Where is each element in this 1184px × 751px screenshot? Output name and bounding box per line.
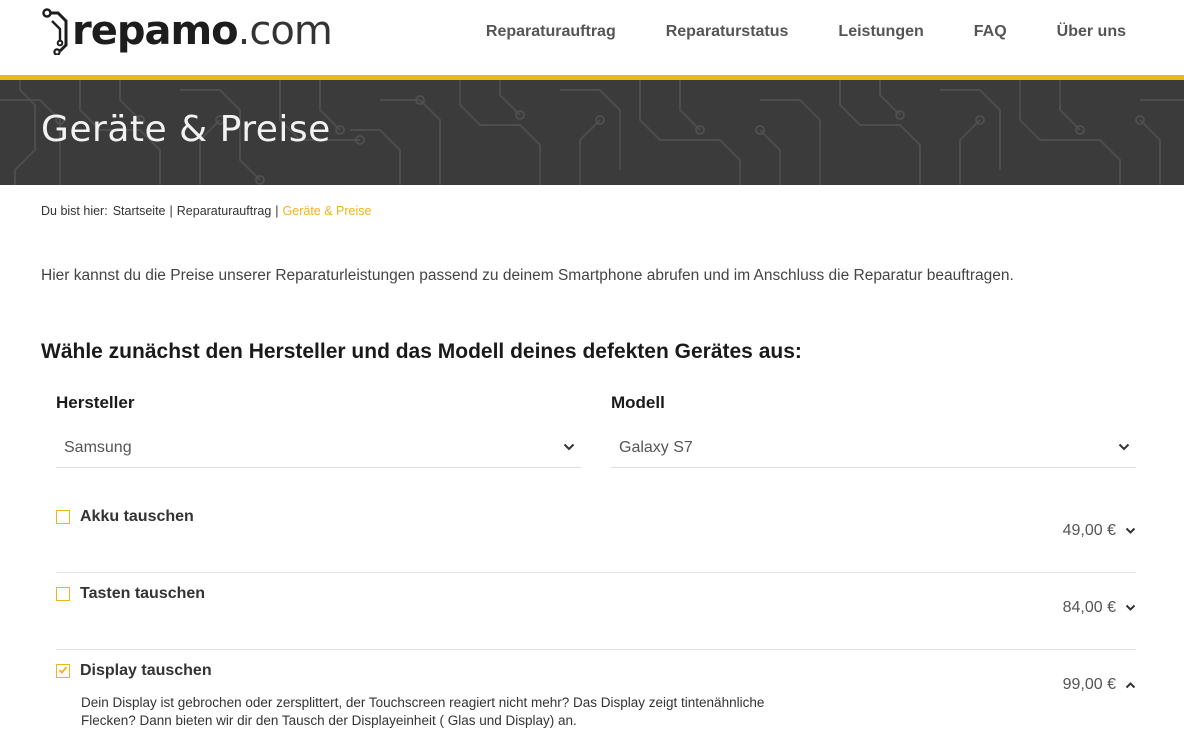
nav-item-faq[interactable]: FAQ	[974, 22, 1007, 42]
nav-item-reparaturauftrag[interactable]: Reparaturauftrag	[486, 22, 616, 42]
service-checkbox-display[interactable]	[56, 664, 70, 678]
site-logo[interactable]: repamo.com	[42, 6, 333, 56]
breadcrumb: Du bist hier: Startseite | Reparaturauftrag…	[41, 203, 371, 219]
service-item-akku: Akku tauschen 49,00 €	[56, 508, 1136, 549]
intro-text: Hier kannst du die Preise unserer Repara…	[41, 267, 1014, 284]
chevron-down-icon	[1118, 443, 1130, 451]
breadcrumb-separator: |	[169, 204, 173, 218]
service-price: 99,00 €	[1062, 676, 1116, 693]
service-price: 84,00 €	[1062, 599, 1116, 616]
model-select-value: Galaxy S7	[619, 439, 693, 456]
service-item-display: Display tauschen 99,00 € Dein Display is…	[56, 662, 1136, 743]
nav-item-reparaturstatus[interactable]: Reparaturstatus	[666, 22, 789, 42]
manufacturer-select[interactable]: Samsung	[56, 430, 581, 468]
logo-text-bold: repamo	[72, 8, 239, 54]
check-icon	[58, 666, 68, 674]
service-description-line: Dein Display ist gebrochen oder zersplit…	[81, 695, 765, 710]
model-label: Modell	[611, 393, 665, 412]
breadcrumb-item-reparaturauftrag[interactable]: Reparaturauftrag	[177, 204, 272, 218]
section-title: Wähle zunächst den Hersteller und das Mo…	[41, 340, 802, 363]
logo-circuit-icon	[42, 8, 68, 55]
manufacturer-select-value: Samsung	[64, 439, 132, 456]
manufacturer-label: Hersteller	[56, 393, 135, 412]
manufacturer-field: Hersteller Samsung	[56, 392, 581, 468]
service-name: Display tauschen	[80, 662, 212, 679]
service-checkbox-tasten[interactable]	[56, 587, 70, 601]
breadcrumb-item-startseite[interactable]: Startseite	[113, 204, 166, 218]
nav-item-ueber-uns[interactable]: Über uns	[1057, 22, 1126, 42]
page-title: Geräte & Preise	[41, 109, 331, 150]
service-name: Akku tauschen	[80, 508, 194, 525]
service-name: Tasten tauschen	[80, 585, 206, 602]
site-header: repamo.com Reparaturauftrag Reparatursta…	[0, 0, 1184, 76]
logo-text-light: .com	[237, 8, 333, 54]
chevron-down-icon[interactable]	[1125, 527, 1136, 535]
service-divider	[56, 649, 1136, 650]
service-description-line: Flecken? Dann bieten wir dir den Tausch …	[81, 713, 577, 728]
breadcrumb-prefix: Du bist hier:	[41, 204, 108, 218]
chevron-down-icon[interactable]	[1125, 604, 1136, 612]
page-hero: Geräte & Preise	[0, 80, 1184, 185]
model-field: Modell Galaxy S7	[611, 392, 1136, 468]
service-description: Dein Display ist gebrochen oder zersplit…	[81, 694, 841, 730]
model-select[interactable]: Galaxy S7	[611, 430, 1136, 468]
chevron-down-icon	[563, 443, 575, 451]
breadcrumb-separator: |	[275, 204, 279, 218]
main-nav: Reparaturauftrag Reparaturstatus Leistun…	[486, 22, 1126, 42]
chevron-up-icon[interactable]	[1125, 681, 1136, 689]
service-price: 49,00 €	[1062, 522, 1116, 539]
service-divider	[56, 572, 1136, 573]
service-checkbox-akku[interactable]	[56, 510, 70, 524]
breadcrumb-item-current: Geräte & Preise	[282, 204, 372, 218]
logo-text: repamo.com	[72, 6, 333, 56]
service-item-tasten: Tasten tauschen 84,00 €	[56, 585, 1136, 626]
nav-item-leistungen[interactable]: Leistungen	[838, 22, 923, 42]
